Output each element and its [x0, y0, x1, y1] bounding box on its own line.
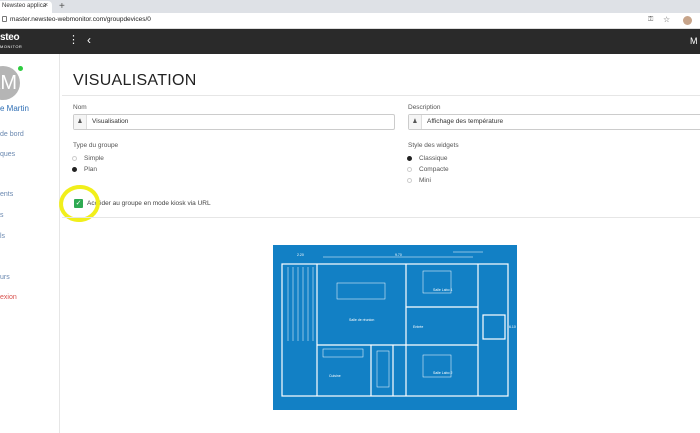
kitchen-counter: [322, 348, 364, 358]
radio-dot: [407, 166, 412, 172]
address-bar[interactable]: master.newsteo-webmonitor.com/groupdevic…: [0, 13, 700, 29]
user-menu[interactable]: M: [690, 36, 698, 46]
user-name[interactable]: e Martin: [0, 104, 29, 113]
radio-dot: [407, 177, 412, 183]
meeting-table: [336, 282, 386, 300]
tab-close-icon[interactable]: ×: [44, 2, 48, 9]
room-label-kitchen: Cuisine: [329, 374, 341, 378]
highlight-annotation: [56, 182, 103, 225]
url-text[interactable]: master.newsteo-webmonitor.com/groupdevic…: [10, 16, 151, 23]
user-icon: ♟: [74, 115, 87, 129]
room-label-entrance: Entrée: [413, 325, 424, 329]
sidebar-item-dashboard[interactable]: de bord: [0, 131, 24, 138]
title-divider: [62, 95, 700, 96]
new-tab-icon[interactable]: +: [59, 0, 65, 13]
sidebar-item-3[interactable]: ents: [0, 191, 13, 198]
room-label-meeting: Salle de réunion: [349, 318, 375, 322]
sidebar-item-logout[interactable]: exion: [0, 294, 17, 301]
radio-label: Classique: [419, 155, 448, 162]
radio-dot: [72, 166, 77, 172]
user-icon: ♟: [409, 115, 422, 129]
sidebar-item-6[interactable]: urs: [0, 274, 10, 281]
kebab-menu-icon[interactable]: ⋮: [68, 35, 79, 46]
description-label: Description: [408, 104, 441, 111]
radio-plan[interactable]: Plan: [72, 166, 97, 173]
key-icon[interactable]: ⚿: [648, 16, 653, 24]
radio-dot: [407, 155, 412, 161]
browser-tab[interactable]: Newsteo applica ×: [0, 1, 52, 13]
app-header: steo MONITOR ⋮ ‹ M: [0, 29, 700, 54]
style-label: Style des widgets: [408, 142, 459, 149]
dimension-left-label: 2.20: [297, 253, 304, 257]
outer-wall: [281, 263, 509, 397]
type-label: Type du groupe: [73, 142, 119, 149]
nom-input[interactable]: ♟ Visualisation: [73, 114, 395, 130]
avatar[interactable]: AM: [0, 66, 20, 100]
sidebar: AM e Martin de bord ques ents s ls urs e…: [0, 54, 60, 433]
radio-label: Plan: [84, 166, 98, 173]
form-divider: [62, 217, 700, 218]
radio-classique[interactable]: Classique: [407, 155, 448, 162]
side-annex: [482, 314, 506, 340]
browser-tab-bar: Newsteo applica × +: [0, 0, 700, 13]
radio-compacte[interactable]: Compacte: [407, 166, 449, 173]
chevron-left-icon[interactable]: ‹: [87, 33, 91, 47]
radio-mini[interactable]: Mini: [407, 177, 431, 184]
profile-icon[interactable]: [683, 16, 692, 25]
logo: steo: [0, 32, 20, 43]
page-title: VISUALISATION: [73, 72, 197, 89]
room-label-lab1: Salle Labo 1: [433, 288, 453, 292]
sidebar-item-2[interactable]: ques: [0, 151, 15, 158]
radio-simple[interactable]: Simple: [72, 155, 104, 162]
lock-icon: [2, 16, 7, 22]
sidebar-item-4[interactable]: s: [0, 212, 4, 219]
nom-value: Visualisation: [92, 118, 129, 125]
bookmark-star-icon[interactable]: ☆: [663, 15, 670, 24]
floor-plan-image: 2.20 9.70 6.10 Salle de réunion Salle La…: [273, 245, 517, 410]
nom-label: Nom: [73, 104, 87, 111]
description-value: Affichage des température: [427, 118, 504, 125]
online-status-dot: [18, 66, 23, 71]
radio-label: Mini: [419, 177, 431, 184]
floor-plan-drawing: [281, 251, 509, 397]
radio-label: Simple: [84, 155, 104, 162]
description-input[interactable]: ♟ Affichage des température: [408, 114, 700, 130]
room-label-lab2: Salle Labo 2: [433, 371, 453, 375]
logo-subtitle: MONITOR: [0, 44, 23, 49]
radio-dot: [72, 155, 77, 161]
dimension-right-label: 6.10: [509, 325, 516, 329]
kiosk-label[interactable]: Accéder au groupe en mode kiosk via URL: [87, 200, 211, 207]
sidebar-item-5[interactable]: ls: [0, 233, 5, 240]
dimension-top-label: 9.70: [395, 253, 402, 257]
radio-label: Compacte: [419, 166, 449, 173]
tab-title: Newsteo applica: [2, 3, 47, 9]
stairs: [376, 350, 390, 388]
